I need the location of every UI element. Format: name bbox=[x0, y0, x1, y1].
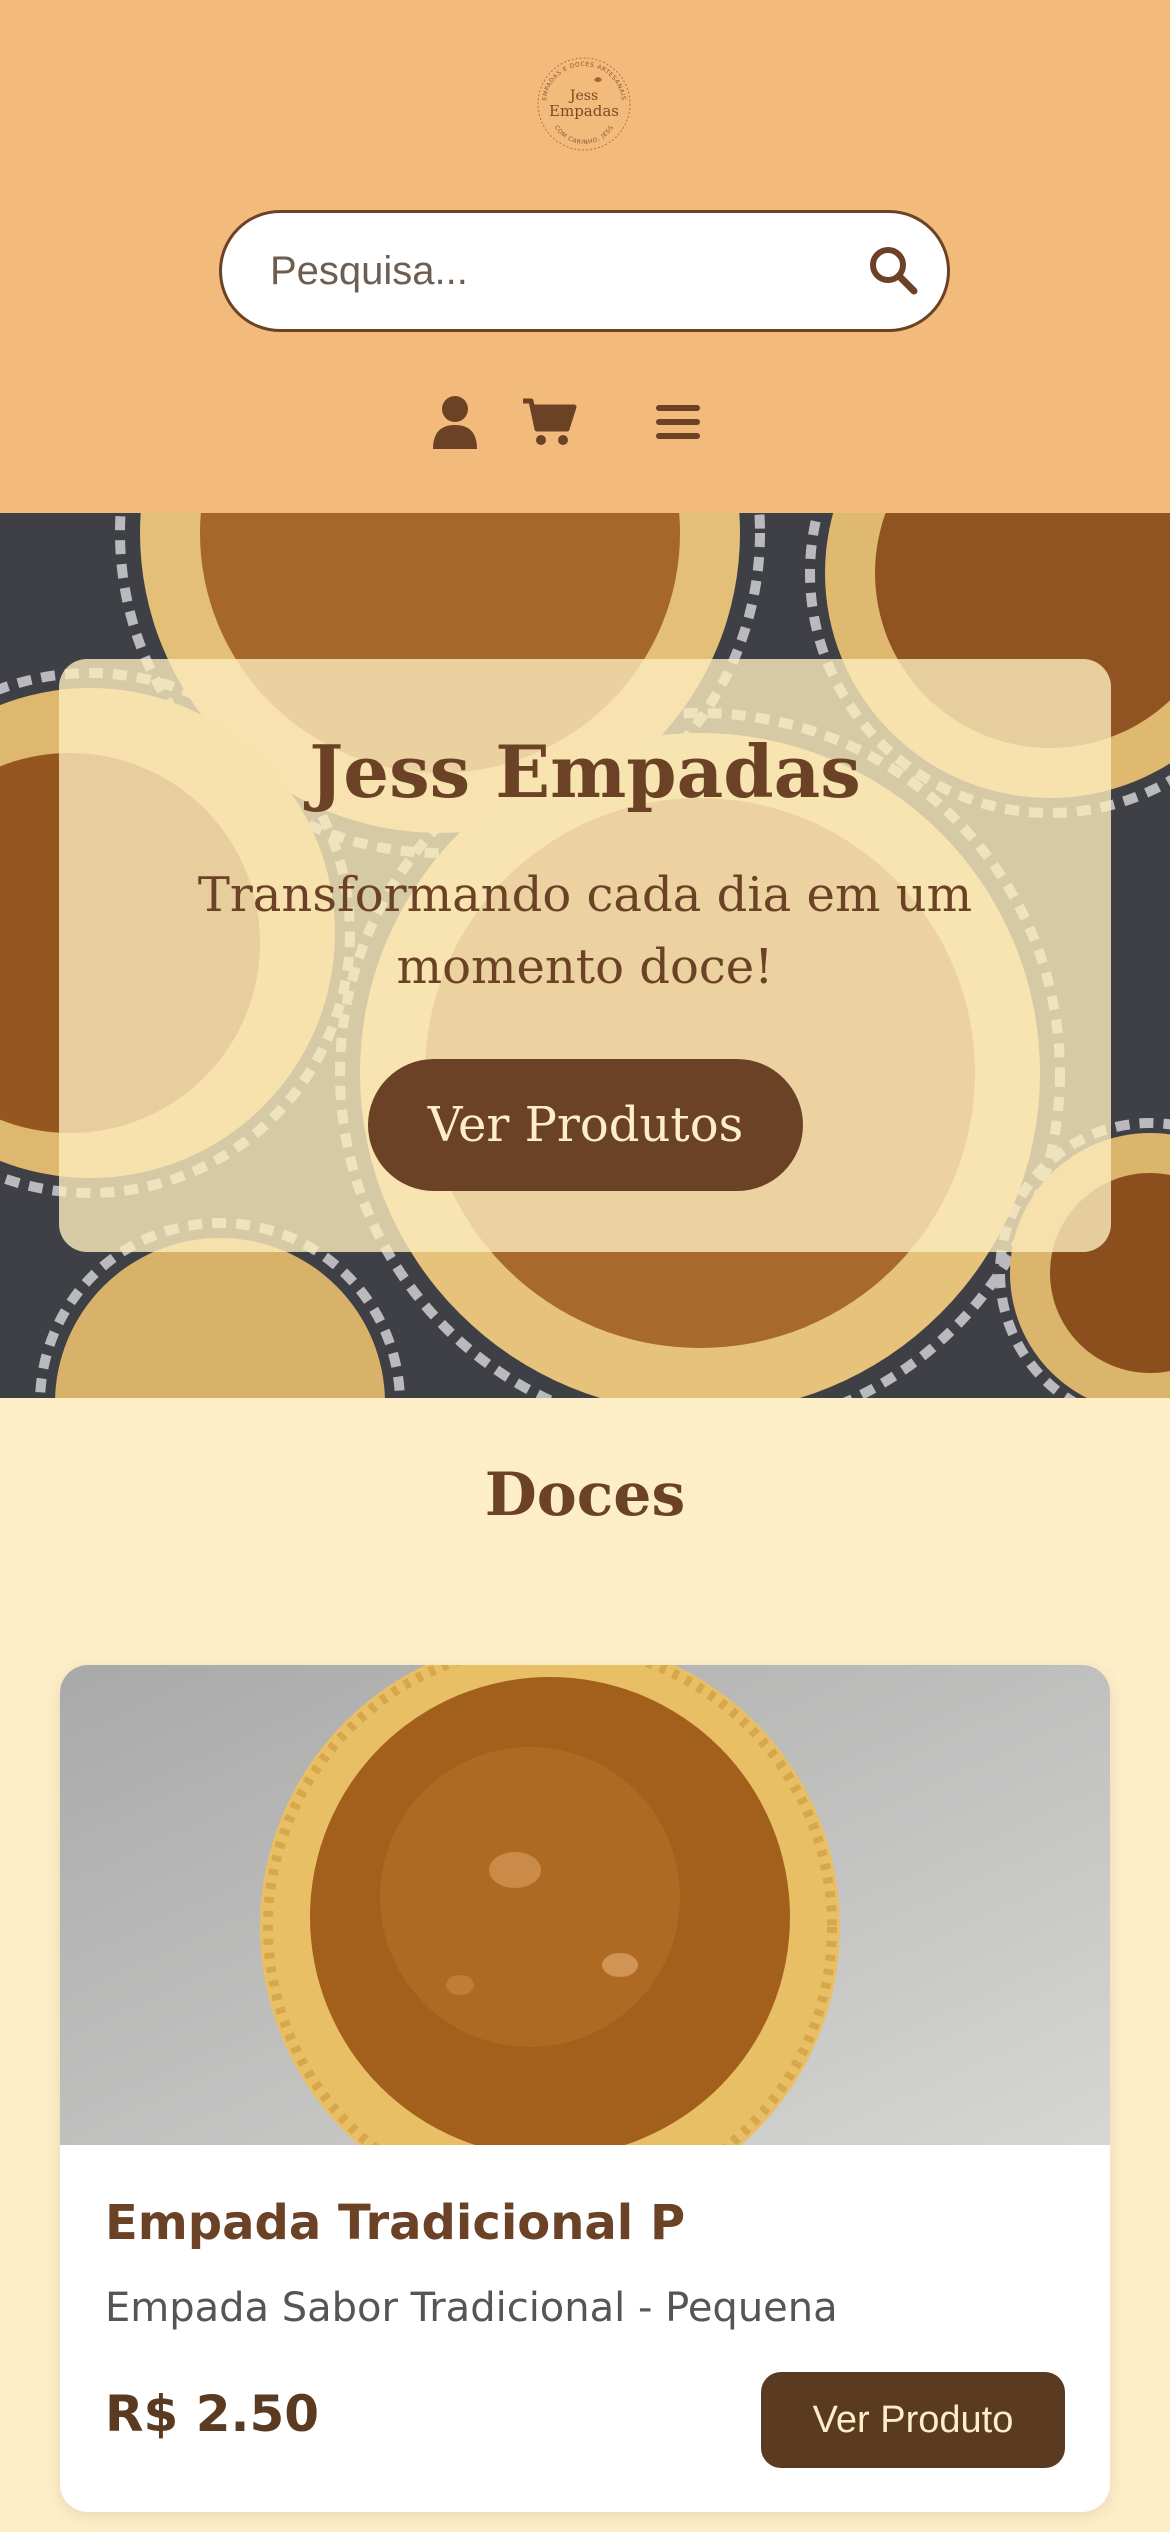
user-icon[interactable] bbox=[425, 392, 485, 452]
search-button[interactable] bbox=[863, 241, 923, 301]
hero-title: Jess Empadas bbox=[309, 729, 861, 814]
product-image[interactable] bbox=[60, 1665, 1110, 2145]
view-product-button[interactable]: Ver Produto bbox=[761, 2372, 1065, 2468]
search-icon bbox=[867, 244, 919, 299]
search-input[interactable] bbox=[270, 231, 830, 311]
product-name: Empada Tradicional P bbox=[105, 2195, 686, 2251]
hero-banner: Jess Empadas Transformando cada dia em u… bbox=[0, 513, 1170, 1398]
search-bar bbox=[219, 210, 950, 332]
product-price: R$ 2.50 bbox=[105, 2385, 320, 2443]
hero-card: Jess Empadas Transformando cada dia em u… bbox=[59, 659, 1111, 1252]
product-description: Empada Sabor Tradicional - Pequena bbox=[105, 2285, 838, 2331]
view-products-button[interactable]: Ver Produtos bbox=[368, 1059, 803, 1191]
hero-subtitle: Transformando cada dia em um momento doc… bbox=[197, 867, 973, 995]
svg-text:COM CARINHO, JESS: COM CARINHO, JESS bbox=[553, 124, 615, 146]
brand-logo[interactable]: EMPADAS E DOCES ARTESANAIS COM CARINHO, … bbox=[532, 52, 636, 156]
section-title: Doces bbox=[484, 1460, 686, 1530]
cart-icon[interactable] bbox=[519, 392, 579, 452]
site-header: EMPADAS E DOCES ARTESANAIS COM CARINHO, … bbox=[0, 0, 1170, 513]
menu-icon[interactable] bbox=[648, 392, 708, 452]
svg-text:Empadas: Empadas bbox=[549, 102, 619, 120]
product-card[interactable]: Empada Tradicional P Empada Sabor Tradic… bbox=[60, 1665, 1110, 2512]
